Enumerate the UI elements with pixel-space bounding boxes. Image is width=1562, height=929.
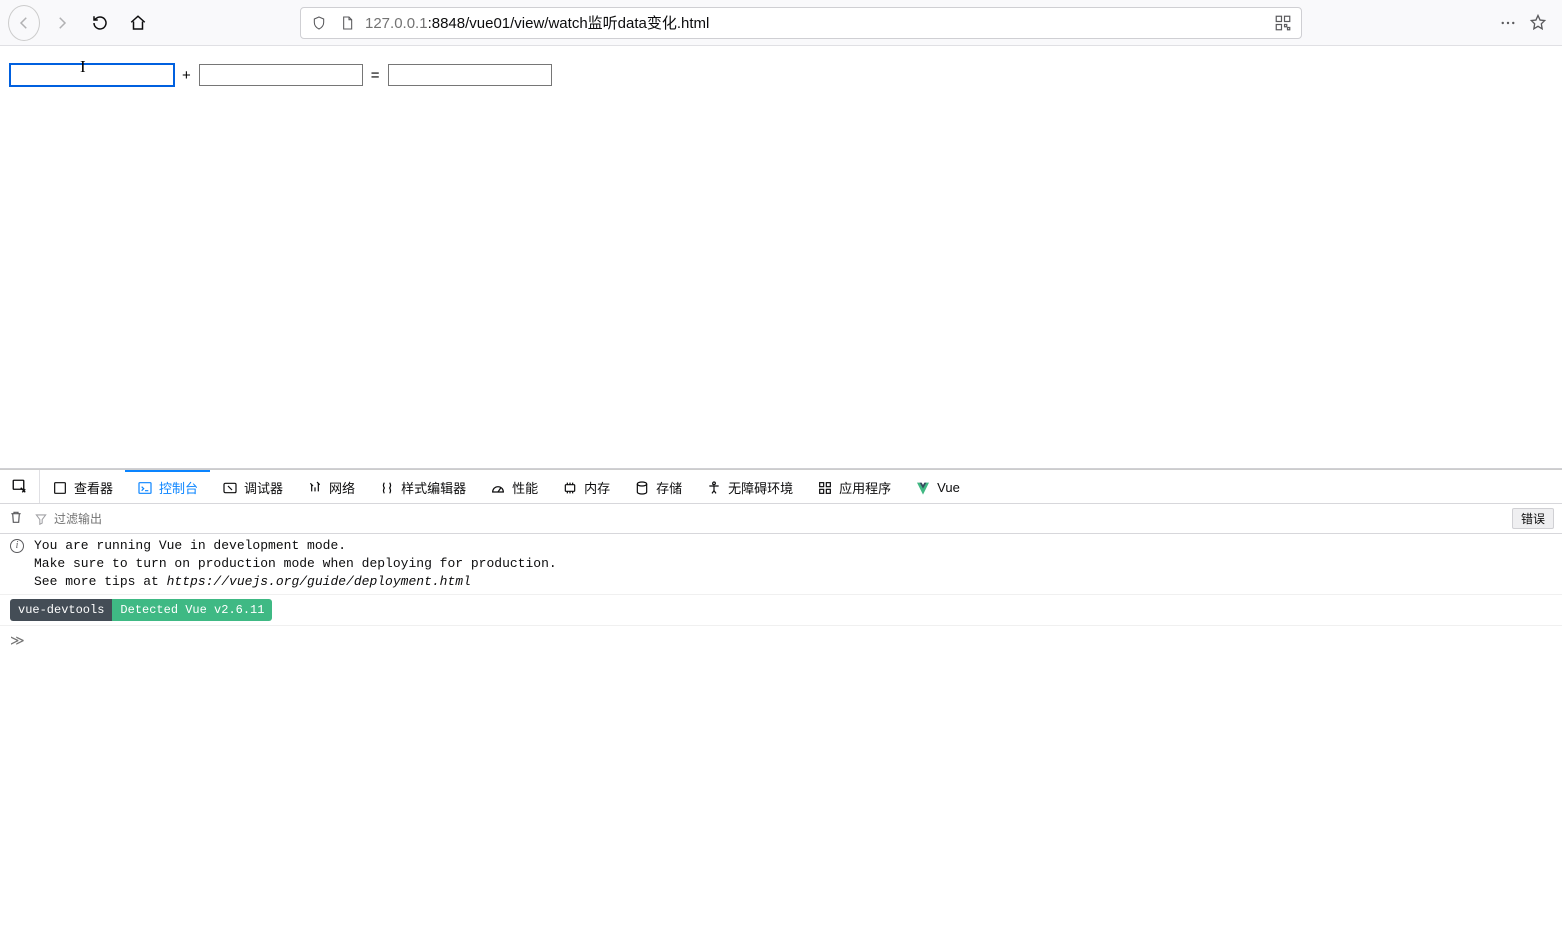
home-button[interactable] <box>122 7 154 39</box>
box-icon <box>52 480 68 496</box>
devtools-panel: 查看器 控制台 调试器 网络 样式编辑器 性能 内存 存储 <box>0 469 1562 929</box>
picker-icon <box>11 478 29 496</box>
overflow-menu-icon[interactable] <box>1498 13 1518 33</box>
operand2-input[interactable] <box>199 64 363 86</box>
tab-application[interactable]: 应用程序 <box>805 470 903 503</box>
tab-label: 查看器 <box>74 478 113 497</box>
perf-icon <box>490 480 506 496</box>
reload-icon <box>91 14 109 32</box>
clear-console-button[interactable] <box>8 509 24 528</box>
console-info-message: i You are running Vue in development mod… <box>0 534 1562 595</box>
tab-vue[interactable]: Vue <box>903 470 972 503</box>
tab-label: 网络 <box>329 478 355 497</box>
forward-button[interactable] <box>46 7 78 39</box>
console-message-body: You are running Vue in development mode.… <box>34 537 557 591</box>
tab-debugger[interactable]: 调试器 <box>210 470 295 503</box>
tab-storage[interactable]: 存储 <box>622 470 694 503</box>
browser-toolbar: 127.0.0.1:8848/vue01/view/watch监听data变化.… <box>0 0 1562 46</box>
result-input[interactable] <box>388 64 552 86</box>
tab-console[interactable]: 控制台 <box>125 470 210 503</box>
storage-icon <box>634 480 650 496</box>
tab-network[interactable]: 网络 <box>295 470 367 503</box>
url-bar[interactable]: 127.0.0.1:8848/vue01/view/watch监听data变化.… <box>300 7 1302 39</box>
qr-icon[interactable] <box>1273 13 1293 33</box>
network-icon <box>307 480 323 496</box>
error-filter-button[interactable]: 错误 <box>1512 508 1554 529</box>
toolbar-right <box>1498 13 1554 33</box>
a11y-icon <box>706 480 722 496</box>
calc-row: + = <box>10 64 1552 86</box>
tab-label: 无障碍环境 <box>728 478 793 497</box>
memory-icon <box>562 480 578 496</box>
arrow-left-icon <box>15 14 33 32</box>
shield-icon <box>309 13 329 33</box>
plus-operator: + <box>180 67 193 84</box>
console-prompt[interactable]: ≫ <box>0 626 1562 656</box>
tab-label: 调试器 <box>244 478 283 497</box>
info-icon: i <box>10 539 24 553</box>
bookmark-star-icon[interactable] <box>1528 13 1548 33</box>
tab-label: 性能 <box>512 478 538 497</box>
url-text: 127.0.0.1:8848/vue01/view/watch监听data变化.… <box>365 12 1265 33</box>
vue-icon <box>915 480 931 496</box>
reload-button[interactable] <box>84 7 116 39</box>
tab-accessibility[interactable]: 无障碍环境 <box>694 470 805 503</box>
debugger-icon <box>222 480 238 496</box>
operand1-input[interactable] <box>10 64 174 86</box>
trash-icon <box>8 509 24 525</box>
page-content[interactable]: I + = <box>0 46 1562 469</box>
equals-operator: = <box>369 67 382 84</box>
devtools-badge: vue-devtools <box>10 599 112 621</box>
back-circle <box>8 5 40 41</box>
home-icon <box>129 14 147 32</box>
tab-label: 应用程序 <box>839 478 891 497</box>
page-icon <box>337 13 357 33</box>
back-button[interactable] <box>8 7 40 39</box>
tab-label: 内存 <box>584 478 610 497</box>
funnel-icon <box>34 512 48 526</box>
console-filter-bar: 过滤输出 错误 <box>0 504 1562 534</box>
apps-icon <box>817 480 833 496</box>
tab-label: 样式编辑器 <box>401 478 466 497</box>
tab-inspector[interactable]: 查看器 <box>40 470 125 503</box>
tab-label: 控制台 <box>159 478 198 497</box>
detected-badge: Detected Vue v2.6.11 <box>112 599 272 621</box>
styles-icon <box>379 480 395 496</box>
console-icon <box>137 480 153 496</box>
tab-label: 存储 <box>656 478 682 497</box>
tab-memory[interactable]: 内存 <box>550 470 622 503</box>
devtools-tabs: 查看器 控制台 调试器 网络 样式编辑器 性能 内存 存储 <box>0 470 1562 504</box>
tab-label: Vue <box>937 480 960 495</box>
filter-input[interactable]: 过滤输出 <box>34 510 1502 527</box>
console-output[interactable]: i You are running Vue in development mod… <box>0 534 1562 929</box>
filter-placeholder: 过滤输出 <box>54 510 102 527</box>
tab-performance[interactable]: 性能 <box>478 470 550 503</box>
console-badge-row: vue-devtools Detected Vue v2.6.11 <box>0 595 1562 626</box>
element-picker-button[interactable] <box>0 470 40 503</box>
arrow-right-icon <box>53 14 71 32</box>
tab-style-editor[interactable]: 样式编辑器 <box>367 470 478 503</box>
